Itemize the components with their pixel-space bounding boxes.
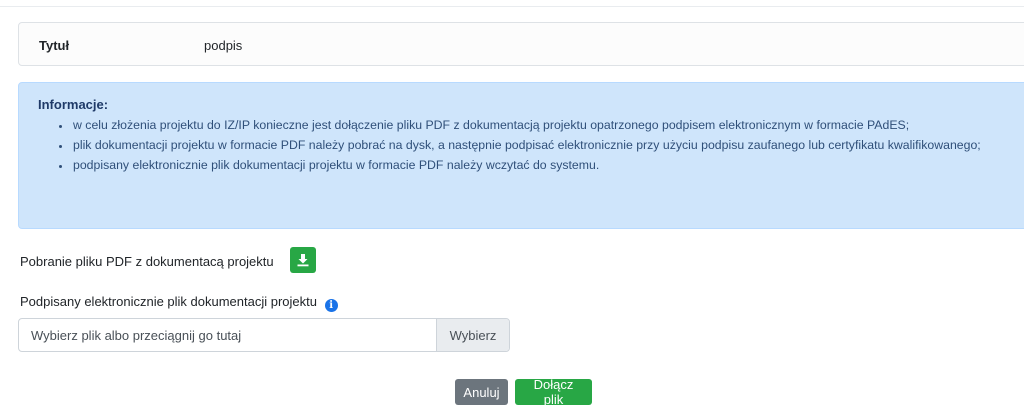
browse-button[interactable]: Wybierz bbox=[436, 319, 509, 351]
title-value: podpis bbox=[204, 38, 243, 53]
info-alert: Informacje: w celu złożenia projektu do … bbox=[18, 82, 1024, 229]
file-input-placeholder: Wybierz plik albo przeciągnij go tutaj bbox=[31, 328, 242, 343]
cancel-button[interactable]: Anuluj bbox=[455, 379, 508, 405]
signed-file-label-row: Podpisany elektronicznie plik dokumentac… bbox=[20, 294, 338, 312]
title-label: Tytuł bbox=[39, 38, 70, 53]
info-item: plik dokumentacji projektu w formacie PD… bbox=[71, 135, 1011, 155]
info-item: podpisany elektronicznie plik dokumentac… bbox=[71, 155, 1011, 175]
download-button[interactable] bbox=[290, 247, 316, 273]
download-label: Pobranie pliku PDF z dokumentacą projekt… bbox=[20, 254, 274, 269]
attach-file-button[interactable]: Dołącz plik bbox=[515, 377, 592, 407]
download-icon bbox=[297, 254, 309, 267]
top-divider bbox=[0, 0, 1024, 7]
info-icon[interactable]: i bbox=[324, 299, 338, 312]
info-item: w celu złożenia projektu do IZ/IP koniec… bbox=[71, 115, 1011, 135]
title-row: Tytuł podpis bbox=[18, 22, 1024, 66]
signed-file-label: Podpisany elektronicznie plik dokumentac… bbox=[20, 294, 317, 309]
file-input[interactable]: Wybierz plik albo przeciągnij go tutaj W… bbox=[18, 318, 510, 352]
info-list: w celu złożenia projektu do IZ/IP koniec… bbox=[59, 115, 1011, 175]
info-heading: Informacje: bbox=[38, 97, 109, 112]
